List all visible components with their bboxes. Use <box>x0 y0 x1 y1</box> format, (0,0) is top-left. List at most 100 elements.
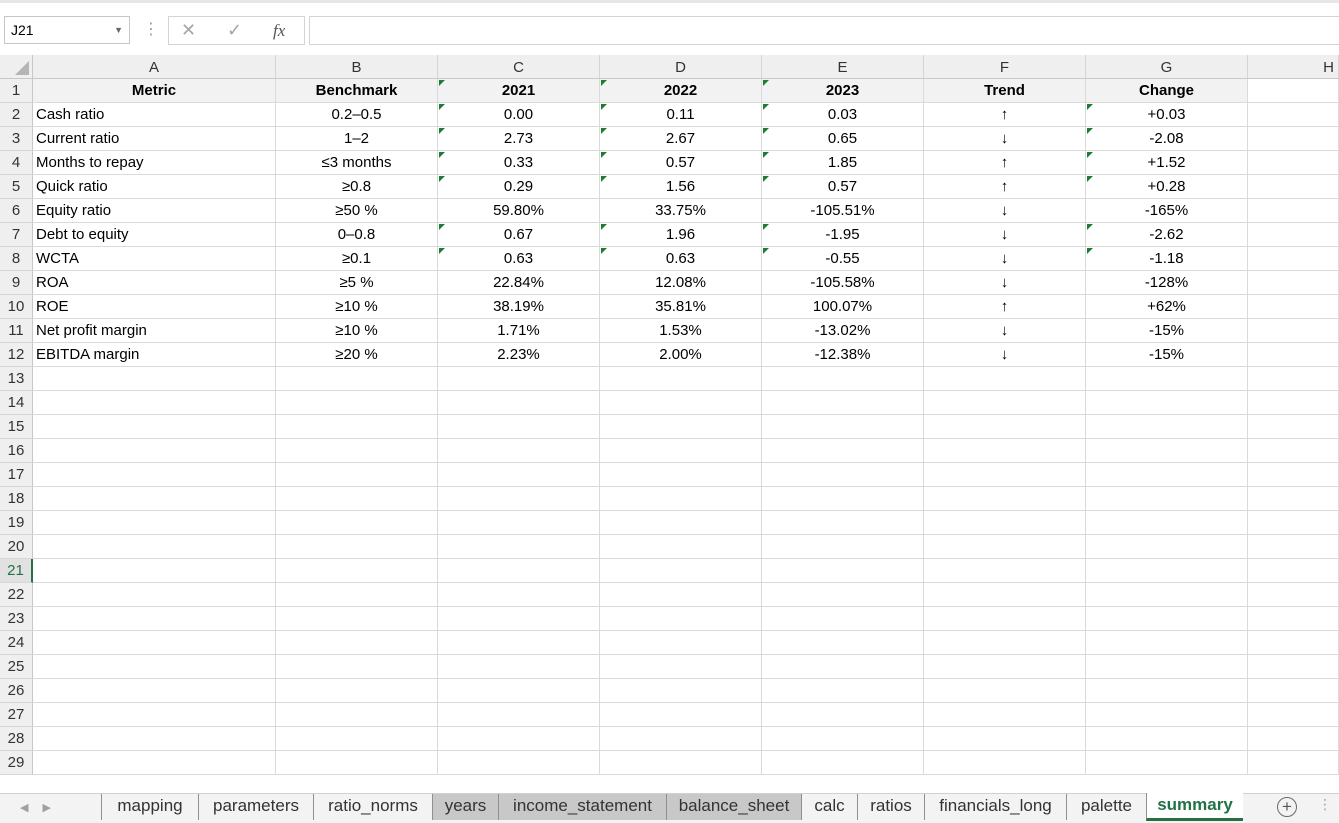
cell-e20[interactable] <box>762 535 924 559</box>
row-header-28[interactable]: 28 <box>0 727 33 751</box>
cell-c7[interactable]: 0.67 <box>438 223 600 247</box>
cell-h25[interactable] <box>1248 655 1339 679</box>
row-header-9[interactable]: 9 <box>0 271 33 295</box>
cell-a24[interactable] <box>33 631 276 655</box>
cell-b15[interactable] <box>276 415 438 439</box>
cell-f28[interactable] <box>924 727 1086 751</box>
cell-h19[interactable] <box>1248 511 1339 535</box>
cell-e10[interactable]: 100.07% <box>762 295 924 319</box>
row-header-27[interactable]: 27 <box>0 703 33 727</box>
cell-a15[interactable] <box>33 415 276 439</box>
cell-d7[interactable]: 1.96 <box>600 223 762 247</box>
sheet-tab-years[interactable]: years <box>432 794 498 820</box>
cell-d2[interactable]: 0.11 <box>600 103 762 127</box>
row-header-6[interactable]: 6 <box>0 199 33 223</box>
sheet-tab-parameters[interactable]: parameters <box>198 794 313 820</box>
cell-b1[interactable]: Benchmark <box>276 79 438 103</box>
spreadsheet-grid[interactable]: A B C D E F G H 1 Metric Benchmark 2021 2022 2023 Tren… <box>0 55 1339 793</box>
cell-e23[interactable] <box>762 607 924 631</box>
cell-g10[interactable]: +62% <box>1086 295 1248 319</box>
cell-a29[interactable] <box>33 751 276 775</box>
cell-e17[interactable] <box>762 463 924 487</box>
cell-h13[interactable] <box>1248 367 1339 391</box>
cell-g25[interactable] <box>1086 655 1248 679</box>
cell-f12[interactable]: ↓ <box>924 343 1086 367</box>
cell-c17[interactable] <box>438 463 600 487</box>
cell-d15[interactable] <box>600 415 762 439</box>
cell-a16[interactable] <box>33 439 276 463</box>
sheet-tab-summary[interactable]: summary <box>1146 793 1243 821</box>
cell-g14[interactable] <box>1086 391 1248 415</box>
tab-next-icon[interactable]: ▶ <box>42 802 50 814</box>
cell-f1[interactable]: Trend <box>924 79 1086 103</box>
cell-d11[interactable]: 1.53% <box>600 319 762 343</box>
cell-d6[interactable]: 33.75% <box>600 199 762 223</box>
cell-h11[interactable] <box>1248 319 1339 343</box>
row-header-5[interactable]: 5 <box>0 175 33 199</box>
cell-d5[interactable]: 1.56 <box>600 175 762 199</box>
cell-b7[interactable]: 0–0.8 <box>276 223 438 247</box>
cell-f5[interactable]: ↑ <box>924 175 1086 199</box>
cell-f15[interactable] <box>924 415 1086 439</box>
cell-a1[interactable]: Metric <box>33 79 276 103</box>
cell-d1[interactable]: 2022 <box>600 79 762 103</box>
cell-f25[interactable] <box>924 655 1086 679</box>
cell-g2[interactable]: +0.03 <box>1086 103 1248 127</box>
add-sheet-icon[interactable]: + <box>1277 797 1297 817</box>
cell-c15[interactable] <box>438 415 600 439</box>
column-header-f[interactable]: F <box>924 55 1086 79</box>
cell-e18[interactable] <box>762 487 924 511</box>
cell-d4[interactable]: 0.57 <box>600 151 762 175</box>
cell-d26[interactable] <box>600 679 762 703</box>
cell-d28[interactable] <box>600 727 762 751</box>
cell-h12[interactable] <box>1248 343 1339 367</box>
cell-a28[interactable] <box>33 727 276 751</box>
cell-g28[interactable] <box>1086 727 1248 751</box>
cell-e6[interactable]: -105.51% <box>762 199 924 223</box>
cell-e7[interactable]: -1.95 <box>762 223 924 247</box>
cell-g7[interactable]: -2.62 <box>1086 223 1248 247</box>
row-header-29[interactable]: 29 <box>0 751 33 775</box>
cell-c12[interactable]: 2.23% <box>438 343 600 367</box>
cell-e27[interactable] <box>762 703 924 727</box>
row-header-14[interactable]: 14 <box>0 391 33 415</box>
cell-d19[interactable] <box>600 511 762 535</box>
name-box[interactable]: J21 ▼ <box>4 16 130 44</box>
sheet-tab-financials-long[interactable]: financials_long <box>924 794 1066 820</box>
cell-h1[interactable] <box>1248 79 1339 103</box>
cell-e11[interactable]: -13.02% <box>762 319 924 343</box>
cell-b20[interactable] <box>276 535 438 559</box>
cell-a6[interactable]: Equity ratio <box>33 199 276 223</box>
cell-f20[interactable] <box>924 535 1086 559</box>
cell-a20[interactable] <box>33 535 276 559</box>
cell-g12[interactable]: -15% <box>1086 343 1248 367</box>
cell-d27[interactable] <box>600 703 762 727</box>
cell-a9[interactable]: ROA <box>33 271 276 295</box>
cell-d24[interactable] <box>600 631 762 655</box>
cell-b4[interactable]: ≤3 months <box>276 151 438 175</box>
cell-h3[interactable] <box>1248 127 1339 151</box>
cell-g29[interactable] <box>1086 751 1248 775</box>
cell-c23[interactable] <box>438 607 600 631</box>
column-header-d[interactable]: D <box>600 55 762 79</box>
cell-a13[interactable] <box>33 367 276 391</box>
cell-f8[interactable]: ↓ <box>924 247 1086 271</box>
row-header-23[interactable]: 23 <box>0 607 33 631</box>
cell-b8[interactable]: ≥0.1 <box>276 247 438 271</box>
formula-input[interactable] <box>309 16 1339 45</box>
cell-f27[interactable] <box>924 703 1086 727</box>
cell-b13[interactable] <box>276 367 438 391</box>
cell-e21[interactable] <box>762 559 924 583</box>
cell-e12[interactable]: -12.38% <box>762 343 924 367</box>
cell-g27[interactable] <box>1086 703 1248 727</box>
cell-a12[interactable]: EBITDA margin <box>33 343 276 367</box>
sheet-tab-mapping[interactable]: mapping <box>101 794 198 820</box>
row-header-2[interactable]: 2 <box>0 103 33 127</box>
cell-c25[interactable] <box>438 655 600 679</box>
row-header-24[interactable]: 24 <box>0 631 33 655</box>
cell-b16[interactable] <box>276 439 438 463</box>
cell-a17[interactable] <box>33 463 276 487</box>
cell-a21[interactable] <box>33 559 276 583</box>
column-header-e[interactable]: E <box>762 55 924 79</box>
cell-c8[interactable]: 0.63 <box>438 247 600 271</box>
